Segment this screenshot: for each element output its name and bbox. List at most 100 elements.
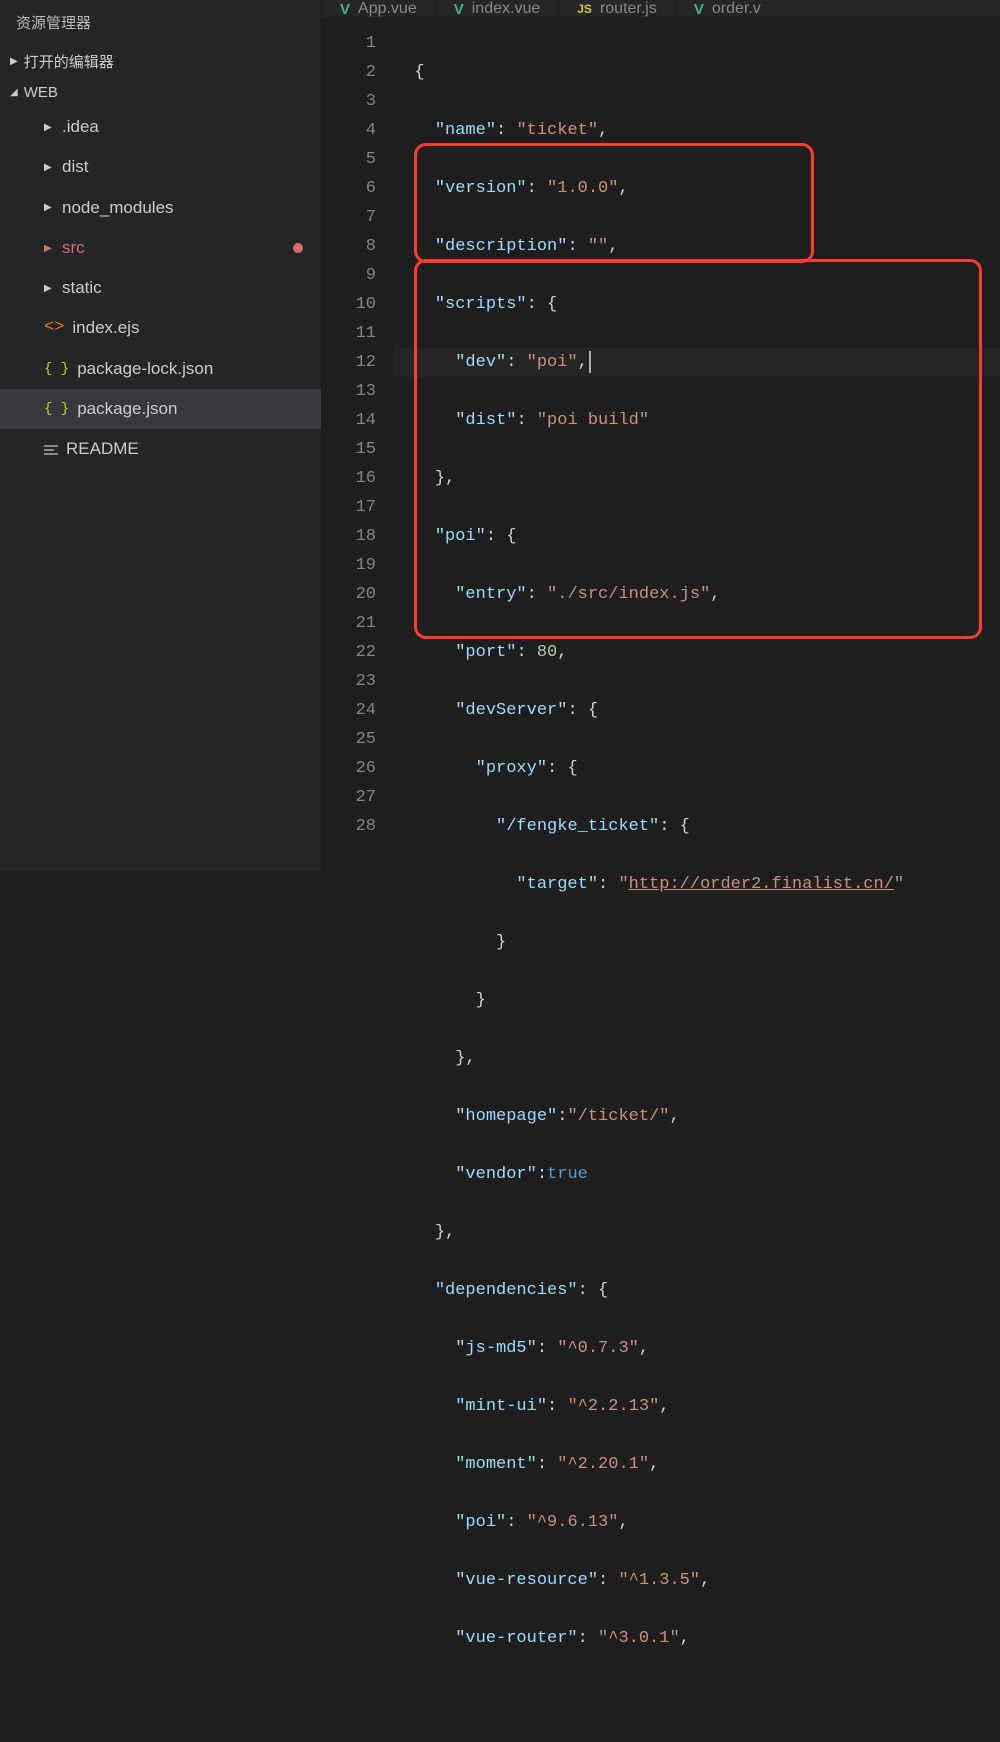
chevron-right-icon: ▶ (10, 56, 18, 67)
line-number: 18 (322, 522, 376, 551)
code-line: "version": "1.0.0", (394, 174, 1000, 203)
line-number: 9 (322, 261, 376, 290)
tree-item-idea[interactable]: ▶ .idea (0, 107, 321, 147)
chevron-right-icon: ▶ (44, 198, 54, 217)
tree-item-index-ejs[interactable]: <> index.ejs (0, 308, 321, 348)
line-number: 7 (322, 203, 376, 232)
line-number: 2 (322, 58, 376, 87)
tab-order[interactable]: V order.v (675, 0, 779, 18)
tab-label: index.vue (472, 0, 541, 18)
line-number: 11 (322, 319, 376, 348)
code-line: "poi": { (394, 522, 1000, 551)
tree-label: package-lock.json (77, 353, 213, 385)
code-line: "vue-resource": "^1.3.5", (394, 1566, 1000, 1595)
gutter: 1 2 3 4 5 6 7 8 9 10 11 12 13 14 15 16 1… (322, 19, 394, 1742)
tab-app-vue[interactable]: V App.vue (322, 0, 435, 18)
project-header[interactable]: ◢ WEB (0, 78, 321, 107)
vue-icon: V (454, 1, 464, 18)
tree-label: README (66, 433, 139, 465)
code-line: { (394, 58, 1000, 87)
line-number: 14 (322, 406, 376, 435)
tree-label: dist (62, 151, 88, 183)
chevron-right-icon: ▶ (44, 239, 54, 258)
line-number: 27 (322, 783, 376, 812)
editor: V App.vue V index.vue JS router.js V ord… (322, 0, 1000, 871)
code-line: "port": 80, (394, 638, 1000, 667)
code-line: "js-md5": "^0.7.3", (394, 1334, 1000, 1363)
code-line: } (394, 986, 1000, 1015)
code-line: "vendor":true (394, 1160, 1000, 1189)
sidebar: 资源管理器 ▶ 打开的编辑器 ◢ WEB ▶ .idea ▶ dist ▶ no… (0, 0, 322, 871)
line-number: 23 (322, 667, 376, 696)
line-number: 12 (322, 348, 376, 377)
tab-label: App.vue (358, 0, 417, 18)
line-number: 21 (322, 609, 376, 638)
tab-index-vue[interactable]: V index.vue (435, 0, 559, 18)
code-content[interactable]: { "name": "ticket", "version": "1.0.0", … (394, 19, 1000, 1742)
line-number: 28 (322, 812, 376, 841)
tree-label: package.json (77, 393, 177, 425)
tree-label: src (62, 232, 85, 264)
code-line: "/fengke_ticket": { (394, 812, 1000, 841)
code-line: "mint-ui": "^2.2.13", (394, 1392, 1000, 1421)
line-number: 24 (322, 696, 376, 725)
code-line: "entry": "./src/index.js", (394, 580, 1000, 609)
code-line: "vue-router": "^3.0.1", (394, 1624, 1000, 1653)
tab-router-js[interactable]: JS router.js (558, 0, 675, 18)
line-number: 20 (322, 580, 376, 609)
tree-item-node-modules[interactable]: ▶ node_modules (0, 188, 321, 228)
open-editors-label: 打开的编辑器 (24, 51, 114, 72)
project-label: WEB (24, 84, 58, 101)
line-number: 5 (322, 145, 376, 174)
code-line: "moment": "^2.20.1", (394, 1450, 1000, 1479)
code-line: "poi": "^9.6.13", (394, 1508, 1000, 1537)
chevron-right-icon: ▶ (44, 158, 54, 177)
code-line: }, (394, 1044, 1000, 1073)
sidebar-title: 资源管理器 (0, 0, 321, 45)
line-number: 26 (322, 754, 376, 783)
code-line: }, (394, 1218, 1000, 1247)
json-icon: { } (44, 356, 69, 383)
tree-label: node_modules (62, 192, 174, 224)
code-line: "dev": "poi", (394, 348, 1000, 377)
tree-label: .idea (62, 111, 99, 143)
line-number: 19 (322, 551, 376, 580)
tree-item-package-lock[interactable]: { } package-lock.json (0, 349, 321, 389)
code-line: }, (394, 464, 1000, 493)
tree-item-package-json[interactable]: { } package.json (0, 389, 321, 429)
line-number: 25 (322, 725, 376, 754)
code-line: "devServer": { (394, 696, 1000, 725)
readme-icon (44, 445, 58, 455)
line-number: 3 (322, 87, 376, 116)
json-icon: { } (44, 396, 69, 423)
line-number: 10 (322, 290, 376, 319)
code-area[interactable]: 1 2 3 4 5 6 7 8 9 10 11 12 13 14 15 16 1… (322, 19, 1000, 1742)
line-number: 13 (322, 377, 376, 406)
open-editors-header[interactable]: ▶ 打开的编辑器 (0, 45, 321, 78)
line-number: 1 (322, 29, 376, 58)
line-number: 17 (322, 493, 376, 522)
code-line: "scripts": { (394, 290, 1000, 319)
tab-label: router.js (600, 0, 657, 18)
code-line: } (394, 928, 1000, 957)
code-line: "homepage":"/ticket/", (394, 1102, 1000, 1131)
line-number: 16 (322, 464, 376, 493)
line-number: 4 (322, 116, 376, 145)
tree-item-static[interactable]: ▶ static (0, 268, 321, 308)
vue-icon: V (694, 1, 704, 18)
code-line: "target": "http://order2.finalist.cn/" (394, 870, 1000, 899)
code-line: "proxy": { (394, 754, 1000, 783)
code-line: "dist": "poi build" (394, 406, 1000, 435)
tree-item-readme[interactable]: README (0, 429, 321, 469)
line-number: 8 (322, 232, 376, 261)
tree-item-src[interactable]: ▶ src (0, 228, 321, 268)
ejs-icon: <> (44, 312, 64, 344)
tree-label: index.ejs (72, 312, 139, 344)
code-line: "description": "", (394, 232, 1000, 261)
line-number: 15 (322, 435, 376, 464)
vue-icon: V (340, 1, 350, 18)
line-number: 22 (322, 638, 376, 667)
code-line: "name": "ticket", (394, 116, 1000, 145)
file-tree: ▶ .idea ▶ dist ▶ node_modules ▶ src ▶ st… (0, 107, 321, 470)
tree-item-dist[interactable]: ▶ dist (0, 147, 321, 187)
